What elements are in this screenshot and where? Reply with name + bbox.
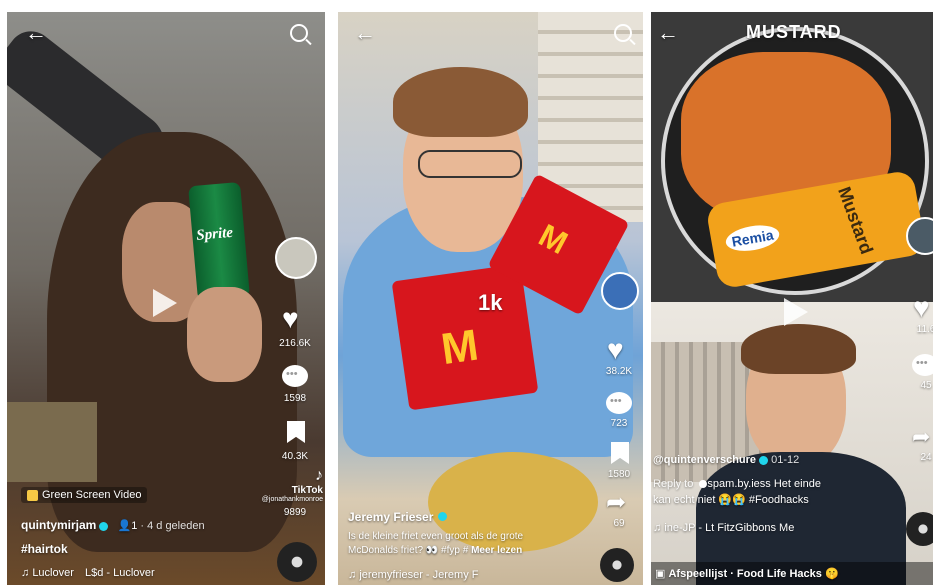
back-arrow-icon[interactable]: ← bbox=[354, 22, 376, 44]
caption-line-1: Is de kleine friet even groot als de gro… bbox=[348, 531, 524, 542]
read-more-link[interactable]: Meer lezen bbox=[471, 545, 522, 556]
playlist-icon: ▣ bbox=[655, 568, 666, 580]
video-panel-fries[interactable]: M M 1k ← ♥ 38.2K 723 1580 ➦ 69 Jeremy Fr… bbox=[338, 12, 643, 585]
music-note-icon: ♫ bbox=[348, 569, 357, 581]
sound-disc[interactable] bbox=[277, 542, 317, 582]
post-date: 01-12 bbox=[771, 454, 800, 466]
hashtag[interactable]: #hairtok bbox=[21, 542, 68, 556]
sound-disc[interactable] bbox=[906, 512, 933, 546]
username[interactable]: @quintenverschure bbox=[653, 454, 756, 466]
top-title: MUSTARD bbox=[746, 22, 842, 42]
comment-count: 723 bbox=[610, 418, 628, 429]
hand-shape bbox=[187, 287, 262, 382]
reply-prefix: Reply to bbox=[653, 478, 694, 490]
like-count: 11.6 bbox=[916, 324, 933, 335]
search-icon[interactable] bbox=[614, 24, 632, 42]
caption-line-2: McDonalds friet? 👀 #fyp # bbox=[348, 545, 469, 556]
comment-count: 1598 bbox=[283, 393, 307, 404]
creator-avatar[interactable] bbox=[601, 272, 639, 310]
person-hair bbox=[741, 324, 856, 374]
play-icon[interactable] bbox=[153, 289, 177, 317]
author-line: @quintenverschure 01-12 bbox=[653, 454, 799, 466]
comment-icon[interactable] bbox=[282, 365, 308, 387]
playlist-bar[interactable]: ▣ Afspeellijst · Food Life Hacks 🤫 bbox=[651, 562, 933, 585]
username[interactable]: quintymirjam bbox=[21, 518, 96, 532]
verified-icon bbox=[759, 455, 769, 465]
mcdonalds-logo-right: M bbox=[533, 216, 574, 262]
music-note-icon: ♫ bbox=[21, 567, 30, 579]
effect-label: Green Screen Video bbox=[42, 489, 142, 501]
creator-avatar[interactable] bbox=[275, 237, 317, 279]
sound-disc[interactable] bbox=[600, 548, 634, 582]
like-heart-icon[interactable]: ♥ bbox=[282, 305, 299, 333]
like-heart-icon[interactable]: ♥ bbox=[607, 336, 624, 364]
sprite-can: Sprite bbox=[188, 181, 250, 302]
comment-icon[interactable] bbox=[606, 392, 632, 414]
video-panel-mustard[interactable]: Remia Mustard MUSTARD ← ♥ 11.6 45 ➦ 24 @… bbox=[651, 12, 933, 585]
music-note-icon: ♫ bbox=[653, 522, 662, 534]
play-icon[interactable] bbox=[784, 298, 808, 326]
author-line: quintymirjam 👤1 · 4 d geleden bbox=[21, 518, 205, 532]
back-arrow-icon[interactable]: ← bbox=[657, 22, 679, 44]
share-count: 24 bbox=[920, 452, 932, 463]
sound-title: ine-JP - Lt FitzGibbons Me bbox=[664, 522, 795, 534]
share-count: 69 bbox=[613, 518, 625, 529]
like-heart-icon[interactable]: ♥ bbox=[913, 294, 930, 322]
watermark-count: 9899 bbox=[283, 507, 307, 518]
overlay-text: 1k bbox=[478, 290, 503, 315]
sprite-can-label: Sprite bbox=[195, 224, 234, 244]
search-icon[interactable] bbox=[290, 24, 308, 42]
friends-count: 1 bbox=[131, 520, 138, 532]
verified-icon bbox=[99, 521, 109, 531]
sound-line[interactable]: ♫ Luclover L$d - Luclover bbox=[21, 567, 155, 579]
reply-line-2: kan echt niet 😭😭 #Foodhacks bbox=[653, 494, 809, 506]
sound-line[interactable]: ♫ jeremyfrieser - Jeremy F bbox=[348, 569, 479, 581]
back-arrow-icon[interactable]: ← bbox=[25, 22, 47, 44]
playlist-label: Afspeellijst · Food Life Hacks 🤫 bbox=[668, 568, 839, 580]
share-icon[interactable]: ➦ bbox=[912, 424, 930, 450]
caption: Reply to spam.by.iess Het einde kan echt… bbox=[653, 476, 893, 508]
tiktok-logo-icon: ♪ bbox=[315, 467, 323, 484]
comment-count: 45 bbox=[920, 380, 932, 391]
username[interactable]: Jeremy Frieser bbox=[348, 510, 433, 524]
top-video: Remia Mustard MUSTARD bbox=[651, 12, 933, 302]
watermark-handle: @jonathankmonroe bbox=[261, 496, 323, 503]
effect-tag[interactable]: Green Screen Video bbox=[21, 487, 148, 503]
hair-shape bbox=[393, 67, 528, 137]
sound-artist: Luclover bbox=[32, 567, 74, 579]
bottle-word: Mustard bbox=[834, 184, 877, 257]
sound-title: L$d - Luclover bbox=[84, 567, 155, 579]
mcdonalds-logo-left: M bbox=[438, 320, 482, 375]
watermark-brand: TikTok bbox=[291, 485, 323, 496]
bottom-video bbox=[651, 302, 933, 585]
friends-icon: 👤 bbox=[117, 520, 132, 532]
sound-line[interactable]: ♫ ine-JP - Lt FitzGibbons Me bbox=[653, 522, 794, 534]
video-panel-hair[interactable]: Sprite ← ♥ 216.6K 1598 40.3K ♪ TikTok @j… bbox=[7, 12, 325, 585]
bookmark-icon[interactable] bbox=[611, 442, 629, 464]
tiktok-watermark: ♪ TikTok @jonathankmonroe bbox=[253, 467, 323, 503]
save-count: 1580 bbox=[607, 469, 631, 480]
like-count: 38.2K bbox=[605, 366, 633, 377]
comment-icon[interactable] bbox=[912, 354, 933, 376]
sound-title: jeremyfrieser - Jeremy F bbox=[359, 569, 479, 581]
glasses-shape bbox=[418, 150, 522, 178]
like-count: 216.6K bbox=[279, 338, 311, 349]
sofa-shape bbox=[7, 402, 97, 482]
effect-icon bbox=[27, 489, 38, 501]
bottle-brand: Remia bbox=[723, 221, 782, 255]
caption: Is de kleine friet even groot als de gro… bbox=[348, 530, 588, 558]
post-age: · 4 d geleden bbox=[140, 520, 205, 532]
fries-box-left: M bbox=[391, 263, 539, 411]
save-count: 40.3K bbox=[281, 451, 309, 462]
reply-text: Het einde bbox=[773, 478, 821, 490]
reply-user[interactable]: spam.by.iess bbox=[707, 478, 770, 490]
author-line: Jeremy Frieser bbox=[348, 508, 447, 526]
share-icon[interactable]: ➦ bbox=[606, 488, 626, 517]
verified-icon bbox=[437, 512, 447, 522]
